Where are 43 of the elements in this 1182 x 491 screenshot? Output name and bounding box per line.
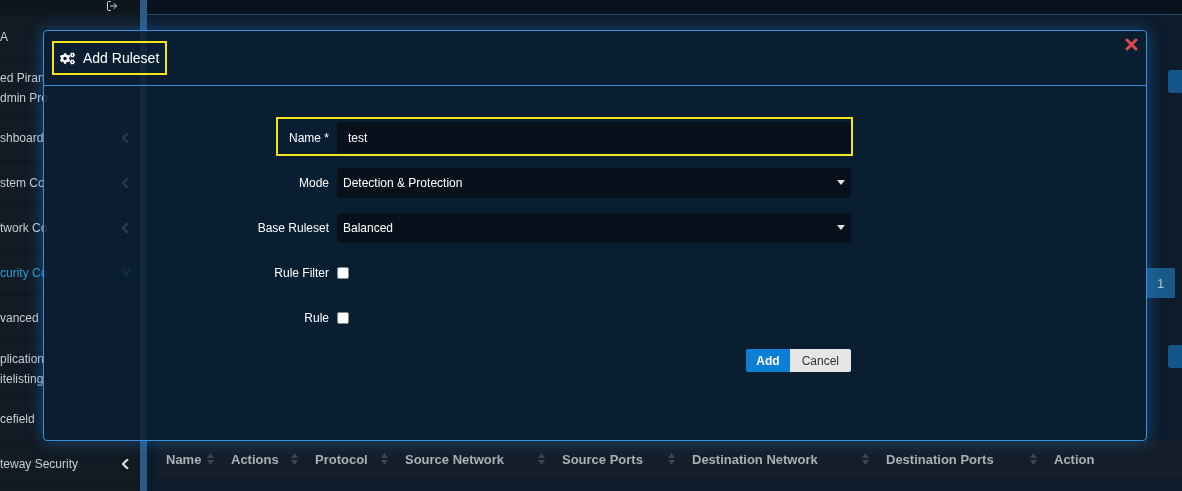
column-header[interactable]: Source Ports — [562, 451, 643, 467]
sidebar-item[interactable]: plication itelisting — [0, 348, 45, 389]
close-icon[interactable] — [1125, 38, 1138, 51]
caret-icon — [837, 225, 845, 230]
add-button[interactable]: Add — [746, 349, 790, 372]
cancel-button[interactable]: Cancel — [789, 349, 851, 372]
action-button[interactable] — [1168, 70, 1182, 93]
column-header[interactable]: Destination Network — [692, 451, 818, 467]
sidebar-item[interactable]: shboard — [0, 128, 44, 148]
field-label: Base Ruleset — [257, 220, 330, 235]
sort-icon[interactable] — [291, 453, 298, 465]
field-label: Rule Filter — [274, 265, 330, 280]
sidebar-item[interactable]: vanced — [0, 308, 39, 328]
sort-icon[interactable] — [1030, 453, 1037, 465]
page-button[interactable]: 1 — [1146, 268, 1175, 298]
column-header[interactable]: Source Network — [405, 451, 504, 467]
action-button[interactable] — [1168, 345, 1182, 368]
field-label: Rule — [304, 310, 330, 325]
sort-icon[interactable] — [538, 453, 545, 465]
column-header[interactable]: Protocol — [315, 451, 368, 467]
sort-icon[interactable] — [381, 453, 388, 465]
sort-icon[interactable] — [207, 453, 214, 465]
column-header[interactable]: Actions — [231, 451, 279, 467]
column-header[interactable]: Action — [1054, 451, 1095, 467]
name-input[interactable]: test — [337, 122, 851, 153]
checkbox[interactable] — [337, 311, 349, 324]
field-label: Name * — [289, 130, 330, 145]
select-field[interactable]: Detection & Protection — [337, 167, 851, 198]
sidebar-item[interactable]: cefield — [0, 409, 35, 429]
sidebar-item[interactable]: A — [0, 27, 8, 47]
checkbox[interactable] — [337, 266, 349, 279]
dialog-title: Add Ruleset — [83, 50, 160, 66]
sidebar-item[interactable]: teway Security — [0, 454, 79, 474]
column-header[interactable]: Destination Ports — [886, 451, 994, 467]
sort-icon[interactable] — [668, 453, 675, 465]
chevron-icon — [122, 459, 130, 469]
gears-icon — [60, 50, 75, 66]
field-label: Mode — [298, 175, 330, 190]
column-header[interactable]: Name — [166, 451, 202, 467]
logout-icon[interactable] — [106, 0, 118, 12]
sort-icon[interactable] — [862, 453, 869, 465]
caret-icon — [837, 180, 845, 185]
select-field[interactable]: Balanced — [337, 212, 851, 243]
